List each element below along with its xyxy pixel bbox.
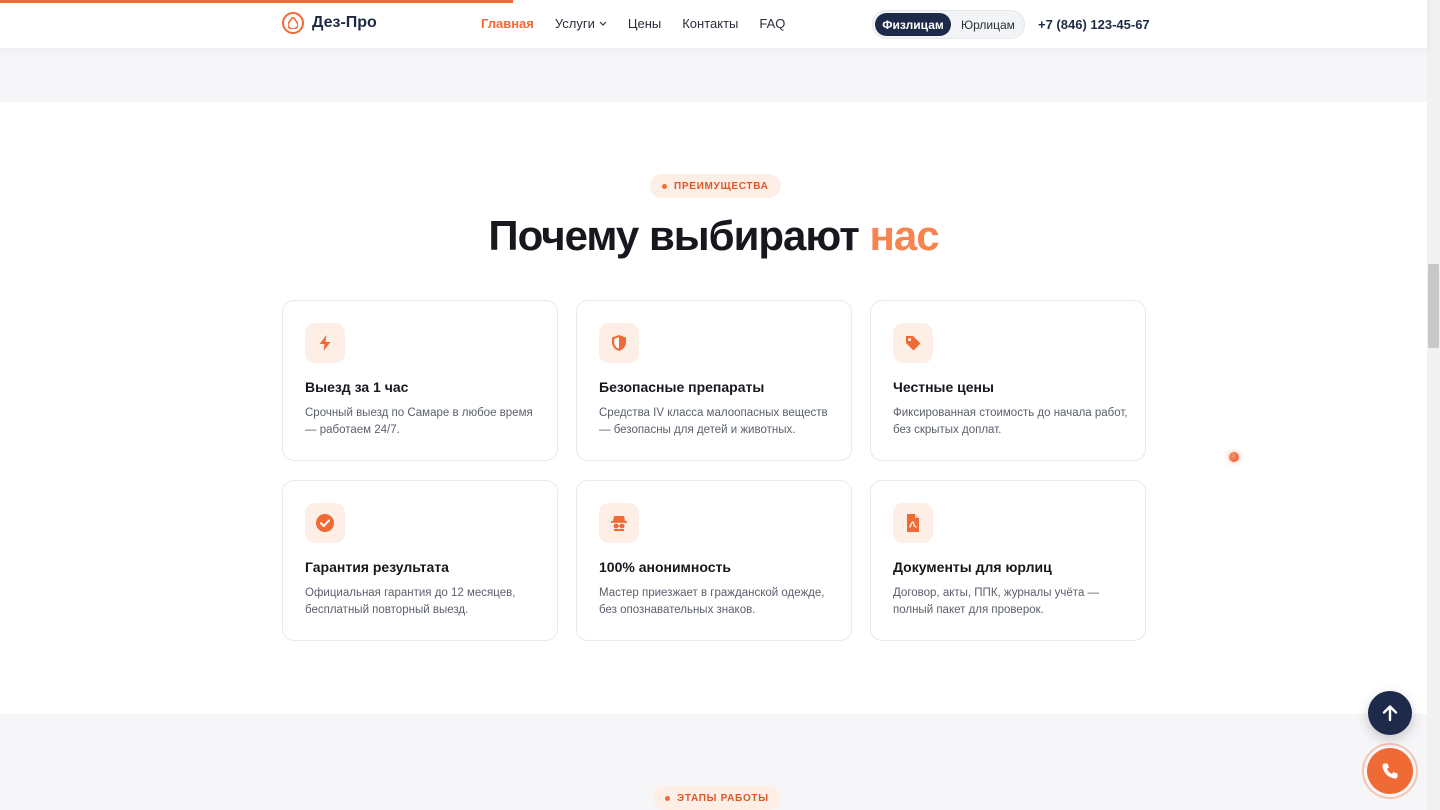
switch-individuals[interactable]: Физлицам: [875, 13, 951, 36]
card-text: Официальная гарантия до 12 месяцев, бесп…: [305, 587, 516, 616]
document-icon: [893, 503, 933, 543]
scrollbar-thumb[interactable]: [1428, 264, 1439, 348]
card-title: Честные цены: [893, 379, 994, 395]
advantage-card: 100% анонимность Мастер приезжает в граж…: [576, 480, 852, 641]
call-button[interactable]: [1367, 748, 1413, 794]
scroll-progress-bar: [0, 0, 513, 3]
card-title: Гарантия результата: [305, 559, 449, 575]
advantage-card: Выезд за 1 час Срочный выезд по Самаре в…: [282, 300, 558, 461]
badge-dot: [665, 795, 670, 801]
nav-faq[interactable]: FAQ: [759, 16, 785, 31]
logo[interactable]: Дез-Про: [282, 12, 377, 34]
advantage-card: Гарантия результата Официальная гарантия…: [282, 480, 558, 641]
drop-icon: [282, 12, 304, 34]
card-text: Средства IV класса малоопасных веществ —…: [599, 407, 828, 436]
nav-services[interactable]: Услуги: [555, 16, 607, 31]
badge-label: ЭТАПЫ РАБОТЫ: [677, 792, 769, 804]
card-text: Мастер приезжает в гражданской одежде, б…: [599, 587, 825, 616]
stages-badge: ЭТАПЫ РАБОТЫ: [653, 786, 781, 810]
chevron-down-icon: [599, 21, 607, 26]
title-accent: нас: [869, 212, 939, 259]
card-text: Срочный выезд по Самаре в любое время — …: [305, 407, 533, 436]
lightning-icon: [305, 323, 345, 363]
brand-name: Дез-Про: [312, 14, 377, 31]
main-nav: Главная Услуги Цены Контакты FAQ: [481, 16, 785, 31]
badge-dot: [662, 183, 667, 189]
section-title: Почему выбирают нас: [0, 212, 1427, 260]
scroll-to-top-button[interactable]: [1368, 691, 1412, 735]
advantage-card: Честные цены Фиксированная стоимость до …: [870, 300, 1146, 461]
audience-switch: Физлицам Юрлицам: [872, 10, 1025, 39]
title-main: Почему выбирают: [488, 212, 859, 259]
card-title: 100% анонимность: [599, 559, 731, 575]
incognito-icon: [599, 503, 639, 543]
check-circle-icon: [305, 503, 345, 543]
advantage-card: Безопасные препараты Средства IV класса …: [576, 300, 852, 461]
nav-services-label: Услуги: [554, 16, 595, 31]
card-text: Договор, акты, ППК, журналы учёта — полн…: [893, 587, 1100, 616]
header-phone-link[interactable]: +7 (846) 123-45-67: [1038, 17, 1150, 32]
nav-home[interactable]: Главная: [481, 16, 534, 31]
decorative-orb: [1229, 452, 1239, 462]
nav-prices[interactable]: Цены: [628, 16, 661, 31]
phone-icon: [1382, 763, 1398, 779]
shield-icon: [599, 323, 639, 363]
page-scrollbar[interactable]: [1427, 0, 1440, 810]
card-title: Выезд за 1 час: [305, 379, 409, 395]
nav-contacts[interactable]: Контакты: [682, 16, 738, 31]
advantage-card: Документы для юрлиц Договор, акты, ППК, …: [870, 480, 1146, 641]
card-title: Документы для юрлиц: [893, 559, 1052, 575]
card-title: Безопасные препараты: [599, 379, 765, 395]
switch-companies[interactable]: Юрлицам: [951, 13, 1025, 36]
site-header: Дез-Про Главная Услуги Цены Контакты FAQ…: [0, 0, 1427, 48]
tag-icon: [893, 323, 933, 363]
arrow-up-icon: [1382, 705, 1398, 722]
section-badge: ПРЕИМУЩЕСТВА: [650, 174, 781, 198]
card-text: Фиксированная стоимость до начала работ,…: [893, 407, 1128, 436]
badge-label: ПРЕИМУЩЕСТВА: [674, 180, 769, 192]
